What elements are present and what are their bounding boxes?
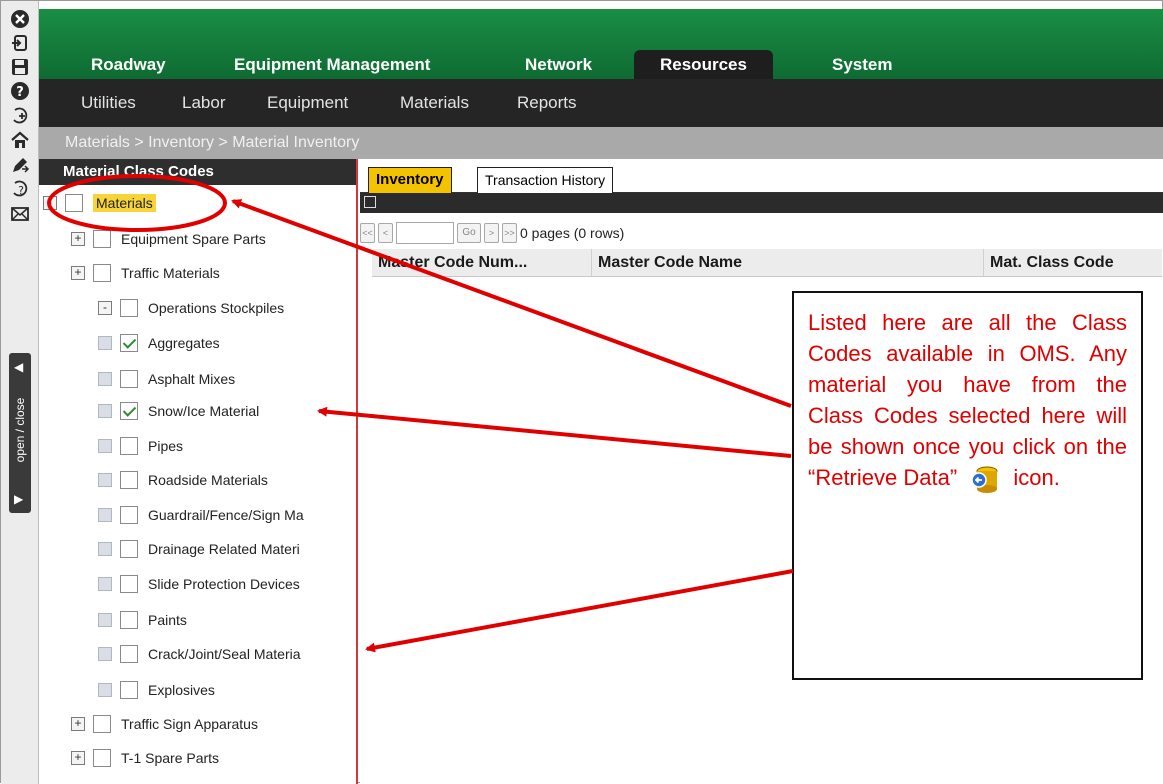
arrow-to-materials xyxy=(231,199,792,408)
app-window: ? ? ◀ open / close ▶ Roadway Equipment M… xyxy=(0,0,1163,784)
annotation-arrows xyxy=(47,174,794,653)
arrow-to-snow-ice xyxy=(317,406,792,458)
arrow-to-crack-joint xyxy=(365,569,794,653)
highlight-ellipse xyxy=(47,174,227,232)
